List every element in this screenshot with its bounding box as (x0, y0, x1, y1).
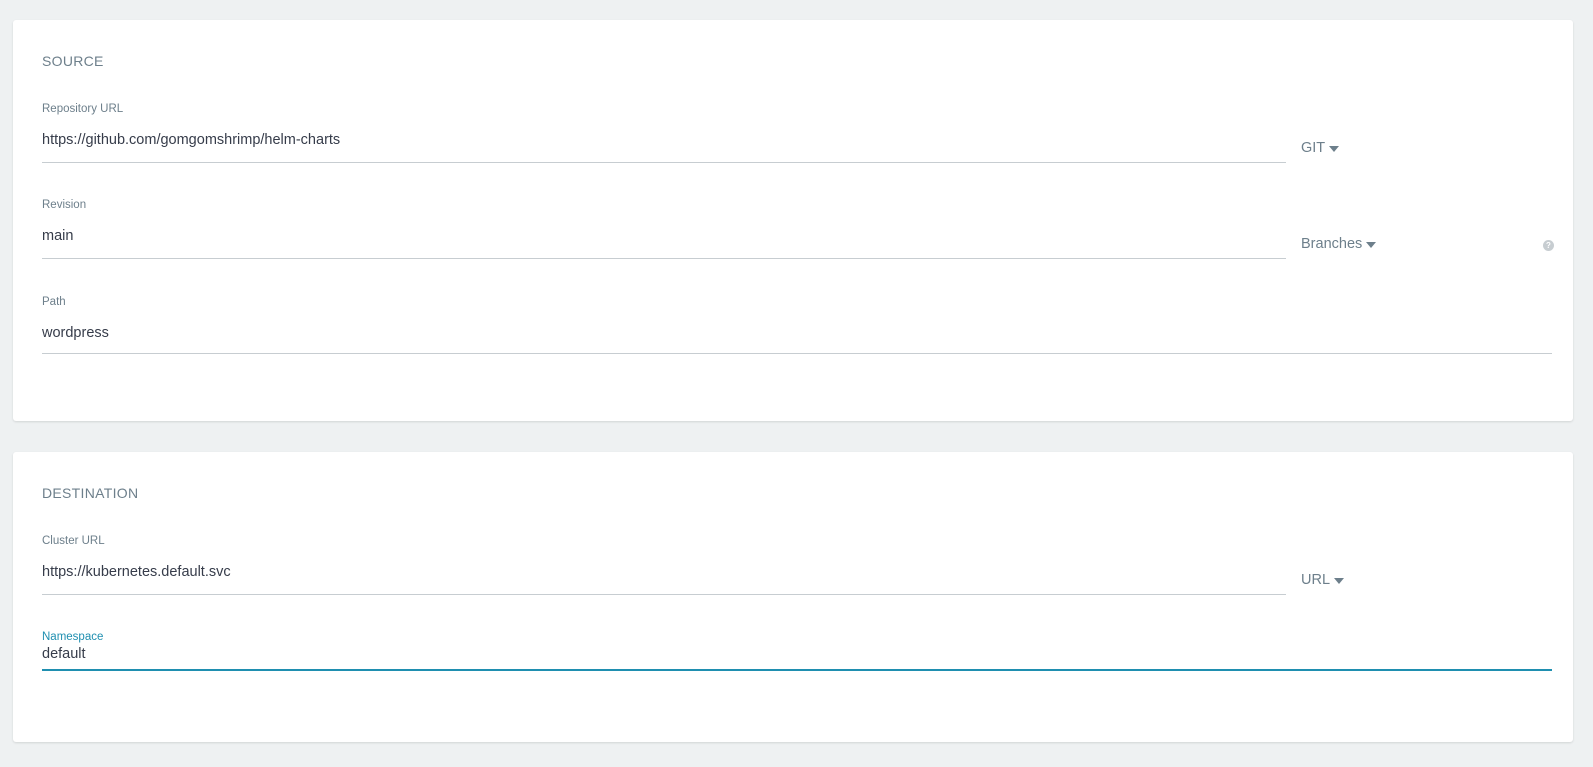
namespace-underline (42, 669, 1552, 671)
namespace-field[interactable]: Namespace default (42, 631, 1552, 681)
question-icon[interactable]: ? (1543, 240, 1554, 251)
revision-input[interactable]: main (42, 228, 73, 244)
path-input[interactable]: wordpress (42, 325, 109, 341)
cluster-type-label: URL (1301, 572, 1331, 588)
cluster-url-input[interactable]: https://kubernetes.default.svc (42, 564, 231, 580)
namespace-input[interactable]: default (42, 646, 86, 662)
revision-field[interactable]: Revision main (42, 199, 1286, 263)
cluster-type-dropdown[interactable]: URL (1301, 572, 1345, 588)
cluster-url-underline (42, 594, 1286, 595)
repository-url-input[interactable]: https://github.com/gomgomshrimp/helm-cha… (42, 132, 340, 148)
source-section: SOURCE Repository URL https://github.com… (13, 20, 1573, 421)
caret-down-icon (1366, 241, 1377, 248)
cluster-url-field[interactable]: Cluster URL https://kubernetes.default.s… (42, 535, 1286, 599)
revision-type-dropdown[interactable]: Branches (1301, 236, 1377, 252)
path-field[interactable]: Path wordpress (42, 296, 1552, 360)
destination-section-title: DESTINATION (42, 485, 139, 501)
caret-down-icon (1329, 145, 1340, 152)
repository-url-label: Repository URL (42, 103, 124, 115)
repository-url-field[interactable]: Repository URL https://github.com/gomgom… (42, 103, 1286, 167)
namespace-label: Namespace (42, 631, 104, 643)
path-label: Path (42, 296, 66, 308)
repository-type-label: GIT (1301, 140, 1326, 156)
revision-label: Revision (42, 199, 87, 211)
destination-section: DESTINATION Cluster URL https://kubernet… (13, 452, 1573, 742)
path-underline (42, 353, 1552, 354)
repository-type-dropdown[interactable]: GIT (1301, 140, 1340, 156)
caret-down-icon (1334, 577, 1345, 584)
revision-underline (42, 258, 1286, 259)
revision-type-label: Branches (1301, 236, 1363, 252)
cluster-url-label: Cluster URL (42, 535, 105, 547)
source-section-title: SOURCE (42, 53, 104, 69)
repository-url-underline (42, 162, 1286, 163)
